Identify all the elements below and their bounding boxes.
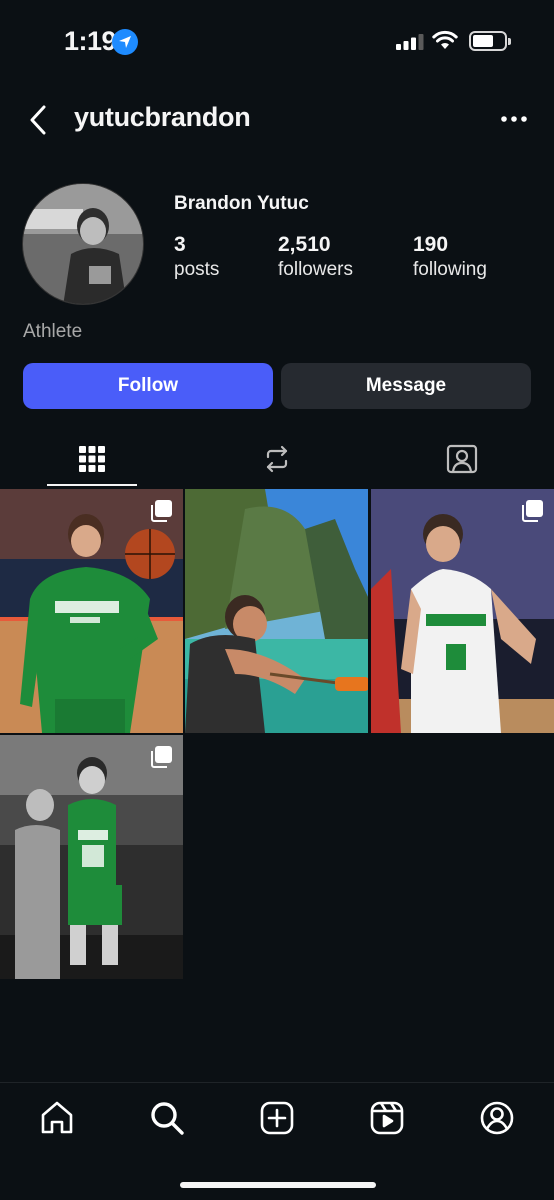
active-tab-indicator [47,484,137,486]
posts-count[interactable]: 3 posts [174,233,219,281]
stat-value: 190 [413,233,449,256]
message-button[interactable]: Message [281,363,531,409]
stat-value: 3 [174,233,186,256]
search-icon [151,1102,184,1135]
post-thumbnail[interactable] [371,489,554,733]
carousel-indicator-icon [151,746,172,768]
more-options-icon[interactable] [498,107,530,131]
status-bar: 1:19 [0,0,554,80]
profile-screen: 1:19 yutucbrandon Brandon Yutuc 3 posts … [0,0,554,1200]
profile-username: yutucbrandon [74,102,251,132]
carousel-indicator-icon [151,500,172,522]
profile-avatar[interactable] [22,183,144,305]
stat-label: following [413,259,487,280]
tagged-user-icon [446,444,478,474]
create-post-icon [260,1101,294,1135]
profile-tabs [0,430,554,488]
reels-icon [370,1101,404,1135]
profile-bio: Athlete [23,321,83,342]
home-indicator [180,1182,376,1188]
nav-search[interactable] [147,1098,187,1138]
nav-home[interactable] [37,1098,77,1138]
back-chevron-icon[interactable] [24,103,54,137]
profile-header: yutucbrandon [0,95,554,145]
carousel-indicator-icon [522,500,543,522]
stat-label: posts [174,259,220,280]
profile-icon [480,1101,514,1135]
post-thumbnail[interactable] [0,735,183,979]
post-thumbnail[interactable] [185,489,368,733]
tab-posts-grid[interactable] [0,430,184,488]
status-time: 1:19 [64,26,117,56]
grid-icon [79,446,105,472]
stat-value: 2,510 [278,233,331,256]
nav-profile[interactable] [477,1098,517,1138]
home-icon [41,1101,73,1134]
stat-label: followers [278,259,353,280]
follow-button[interactable]: Follow [23,363,273,409]
display-name: Brandon Yutuc [174,193,309,214]
following-count[interactable]: 190 following [413,233,487,281]
battery-icon [469,31,511,51]
nav-reels[interactable] [367,1098,407,1138]
nav-create[interactable] [257,1098,297,1138]
tab-tagged[interactable] [370,430,554,488]
post-thumbnail[interactable] [0,489,183,733]
tab-reposts[interactable] [185,430,369,488]
reposts-icon [266,445,288,473]
followers-count[interactable]: 2,510 followers [278,233,353,281]
wifi-icon [432,30,458,49]
cellular-signal-icon [396,34,424,50]
location-arrow-icon [112,29,138,55]
